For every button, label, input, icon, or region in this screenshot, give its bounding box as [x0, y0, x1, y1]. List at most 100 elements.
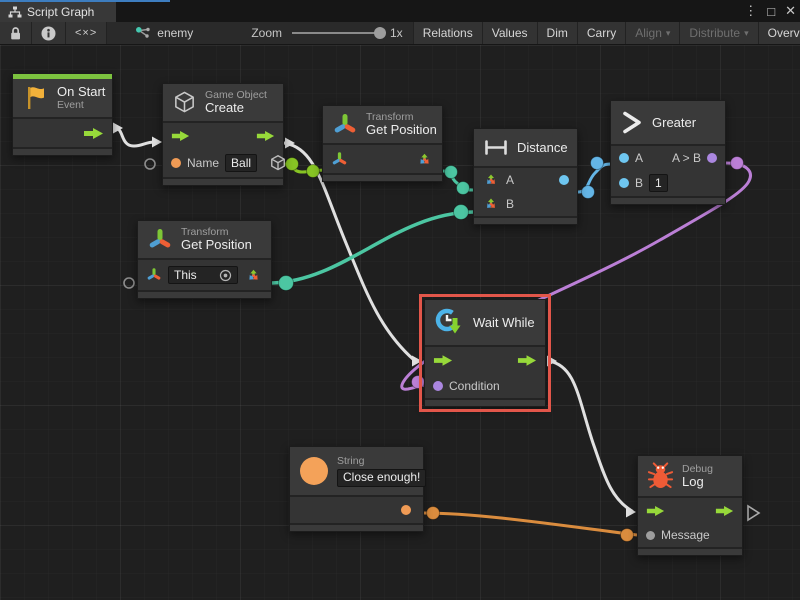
node-debug-log[interactable]: Debug Log Message	[637, 455, 743, 556]
script-graph-window: Script Graph ⋮ □ ✕	[0, 0, 800, 600]
message-input-port[interactable]	[646, 531, 655, 540]
node-title: Get Position	[181, 238, 252, 253]
object-picker-icon[interactable]	[219, 269, 232, 282]
bool-output-port[interactable]	[707, 153, 717, 163]
node-footer	[611, 196, 725, 204]
float-output-port[interactable]	[559, 175, 569, 185]
wait-clock-icon	[434, 307, 465, 338]
flag-icon	[22, 84, 49, 112]
maximize-icon[interactable]: □	[767, 4, 775, 19]
bool-input-port[interactable]	[433, 381, 443, 391]
flow-output-port[interactable]	[517, 354, 537, 367]
flow-output-port[interactable]	[256, 130, 275, 142]
flow-input-port[interactable]	[646, 505, 665, 517]
graph-node-icon	[135, 26, 151, 40]
carry-button[interactable]: Carry	[578, 22, 626, 44]
condition-label: Condition	[449, 379, 500, 393]
float-input-port[interactable]	[619, 153, 629, 163]
gameobject-cube-icon	[172, 90, 197, 115]
gameobject-output-port[interactable]	[269, 154, 287, 172]
input-a-label: A	[506, 173, 514, 187]
window-menu-icon[interactable]: ⋮	[744, 3, 757, 19]
flow-output-port[interactable]	[715, 505, 734, 517]
input-a-label: A	[635, 151, 643, 165]
lock-icon	[9, 26, 22, 41]
empty-port-ring-getposition[interactable]	[124, 278, 134, 288]
input-b-label: B	[635, 176, 643, 190]
node-title: Log	[682, 475, 713, 490]
code-view-button[interactable]: <×>	[66, 22, 107, 44]
node-wait-while[interactable]: Wait While Condition	[424, 299, 546, 407]
lock-button[interactable]	[0, 22, 32, 44]
graph-canvas[interactable]: On Start Event	[0, 45, 800, 600]
vector3-output-port[interactable]	[415, 150, 434, 169]
node-title: Get Position	[366, 123, 437, 138]
name-port-label: Name	[187, 156, 219, 170]
node-footer	[13, 147, 112, 155]
output-label: A > B	[672, 151, 701, 165]
wire-waitwhile-to-log[interactable]	[549, 361, 632, 511]
zoom-slider-handle[interactable]	[374, 27, 386, 39]
close-icon[interactable]: ✕	[785, 3, 796, 19]
target-value-field[interactable]: This	[168, 266, 238, 284]
transform-input-port[interactable]	[331, 151, 348, 168]
node-footer	[474, 216, 577, 224]
tab-title: Script Graph	[27, 5, 94, 19]
node-title: Distance	[517, 140, 568, 155]
transform-icon	[332, 112, 358, 138]
node-title: On Start	[57, 85, 105, 100]
unconnected-flow-triangle[interactable]	[748, 506, 759, 520]
wire-onstart-to-create[interactable]	[113, 128, 155, 146]
flow-input-port[interactable]	[433, 354, 453, 367]
transform-icon	[147, 227, 173, 253]
empty-port-ring-create[interactable]	[145, 159, 155, 169]
bug-icon	[647, 461, 674, 491]
string-circle-icon	[299, 456, 329, 486]
message-label: Message	[661, 528, 710, 542]
info-button[interactable]	[32, 22, 66, 44]
wire-getposition2-to-distance-b[interactable]	[272, 212, 473, 283]
flow-input-port[interactable]	[171, 130, 190, 142]
vector3-input-port[interactable]	[482, 195, 500, 213]
node-title: Greater	[652, 115, 696, 130]
wire-string-to-message[interactable]	[424, 513, 637, 535]
name-value-field[interactable]: Ball	[225, 154, 257, 172]
node-footer	[425, 398, 545, 406]
string-output-port[interactable]	[401, 505, 411, 515]
float-input-port[interactable]	[619, 178, 629, 188]
values-button[interactable]: Values	[483, 22, 538, 44]
overview-button[interactable]: Overview	[759, 22, 800, 44]
b-value-field[interactable]: 1	[649, 174, 668, 192]
zoom-label: Zoom	[251, 26, 282, 40]
node-distance[interactable]: Distance A	[473, 128, 578, 225]
chevron-down-icon: ▾	[744, 28, 749, 39]
node-footer	[638, 547, 742, 555]
node-get-position-b[interactable]: Transform Get Position This	[137, 220, 272, 299]
zoom-value: 1x	[390, 26, 403, 40]
vector3-input-port[interactable]	[482, 171, 500, 189]
toolbar: <×> enemy Zoom 1x Relations Values Dim C…	[0, 22, 800, 45]
node-create[interactable]: Game Object Create Name Ball	[162, 83, 284, 186]
distribute-button[interactable]: Distribute ▾	[680, 22, 758, 44]
node-footer	[290, 523, 423, 531]
vector3-output-port[interactable]	[244, 266, 263, 285]
transform-input-port[interactable]	[146, 267, 162, 283]
node-greater[interactable]: Greater A A > B B 1	[610, 100, 726, 205]
node-title: Create	[205, 101, 267, 116]
string-input-port[interactable]	[171, 158, 181, 168]
node-get-position-a[interactable]: Transform Get Position	[322, 105, 443, 182]
string-value-field[interactable]: Close enough!	[337, 469, 426, 487]
node-title: Wait While	[473, 315, 535, 330]
graph-name-label: enemy	[157, 26, 193, 40]
tab-script-graph[interactable]: Script Graph	[0, 2, 116, 22]
node-on-start[interactable]: On Start Event	[12, 73, 113, 156]
node-footer	[138, 290, 271, 298]
flow-output-port[interactable]	[83, 127, 104, 140]
chevron-down-icon: ▾	[666, 28, 671, 39]
align-button[interactable]: Align ▾	[626, 22, 680, 44]
node-category: Debug	[682, 463, 713, 475]
zoom-slider[interactable]	[292, 27, 384, 39]
node-string[interactable]: String Close enough!	[289, 446, 424, 532]
relations-button[interactable]: Relations	[414, 22, 483, 44]
dim-button[interactable]: Dim	[538, 22, 578, 44]
